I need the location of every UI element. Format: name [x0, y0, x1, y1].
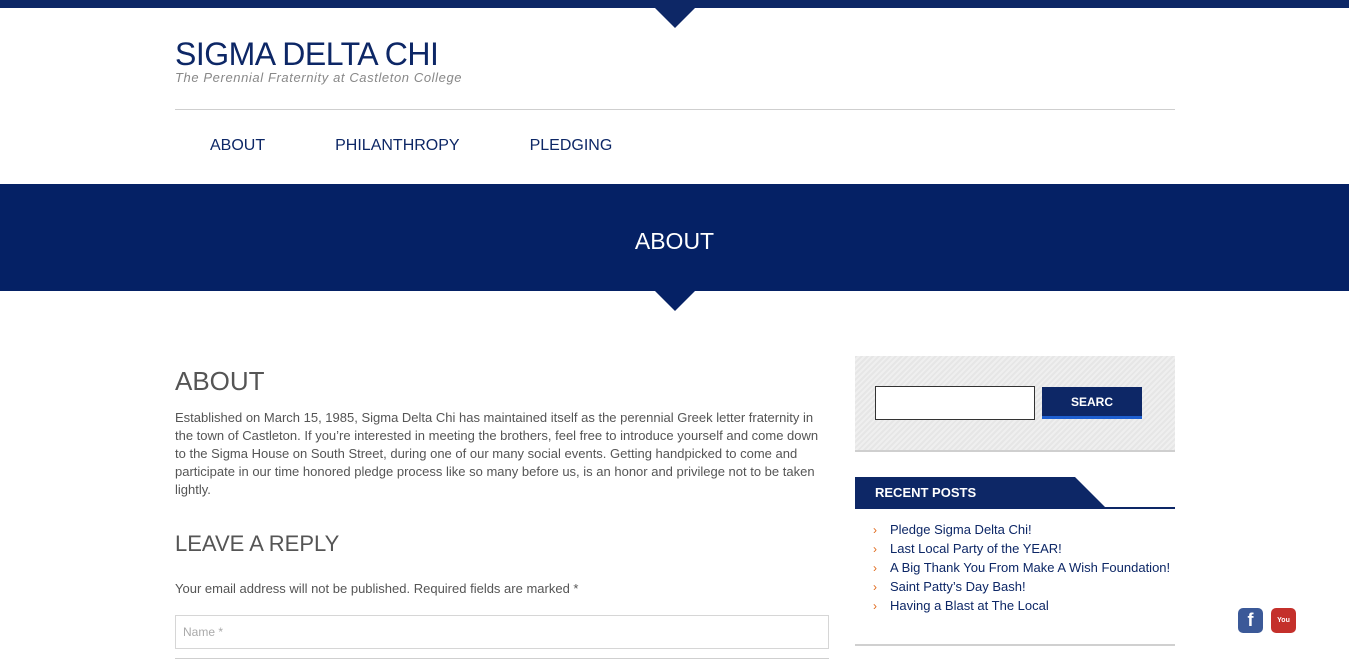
banner-title: ABOUT: [634, 228, 715, 254]
page-banner: ABOUT: [0, 184, 1349, 291]
search-input[interactable]: [875, 386, 1035, 420]
top-bar: [0, 0, 1349, 8]
facebook-icon[interactable]: f: [1238, 608, 1263, 633]
recent-post-link[interactable]: Last Local Party of the YEAR!: [890, 541, 1062, 556]
recent-post-link[interactable]: Pledge Sigma Delta Chi!: [890, 522, 1032, 537]
reply-title: LEAVE A REPLY: [175, 531, 340, 556]
site-tagline: The Perennial Fraternity at Castleton Co…: [175, 70, 463, 85]
search-button[interactable]: SEARC: [1042, 387, 1142, 419]
next-field-edge: [175, 658, 829, 659]
post-body: Established on March 15, 1985, Sigma Del…: [175, 410, 819, 497]
main-nav: ABOUT PHILANTHROPY PLEDGING: [175, 110, 647, 182]
recent-posts-header: RECENT POSTS: [855, 477, 1175, 509]
nav-item-about[interactable]: ABOUT: [175, 110, 300, 182]
name-field[interactable]: [175, 615, 829, 649]
search-widget: SEARC: [855, 356, 1175, 452]
list-item[interactable]: › Saint Patty’s Day Bash!: [873, 578, 1173, 596]
main-content: ABOUT Established on March 15, 1985, Sig…: [175, 366, 830, 649]
recent-post-link[interactable]: Having a Blast at The Local: [890, 598, 1049, 613]
post-title: ABOUT: [175, 366, 265, 396]
list-item[interactable]: › Pledge Sigma Delta Chi!: [873, 521, 1173, 539]
youtube-icon[interactable]: You Tube: [1271, 608, 1296, 649]
chevron-right-icon: ›: [873, 561, 877, 575]
list-item[interactable]: › Last Local Party of the YEAR!: [873, 540, 1173, 558]
recent-post-link[interactable]: Saint Patty’s Day Bash!: [890, 579, 1026, 594]
list-item[interactable]: › Having a Blast at The Local: [873, 597, 1173, 615]
widget-divider: [855, 644, 1175, 646]
list-item[interactable]: › A Big Thank You From Make A Wish Found…: [873, 559, 1173, 577]
chevron-right-icon: ›: [873, 580, 877, 594]
banner-notch-decoration: [655, 291, 695, 311]
site-title[interactable]: SIGMA DELTA CHI: [175, 36, 439, 73]
recent-posts-title: RECENT POSTS: [875, 485, 977, 500]
recent-posts-list: › Pledge Sigma Delta Chi! › Last Local P…: [873, 521, 1173, 616]
nav-item-philanthropy[interactable]: PHILANTHROPY: [300, 110, 494, 182]
nav-item-pledging[interactable]: PLEDGING: [495, 110, 648, 182]
chevron-right-icon: ›: [873, 523, 877, 537]
reply-note: Your email address will not be published…: [175, 581, 579, 596]
top-notch-decoration: [655, 8, 695, 28]
chevron-right-icon: ›: [873, 542, 877, 556]
chevron-right-icon: ›: [873, 599, 877, 613]
recent-post-link[interactable]: A Big Thank You From Make A Wish Foundat…: [890, 560, 1170, 575]
